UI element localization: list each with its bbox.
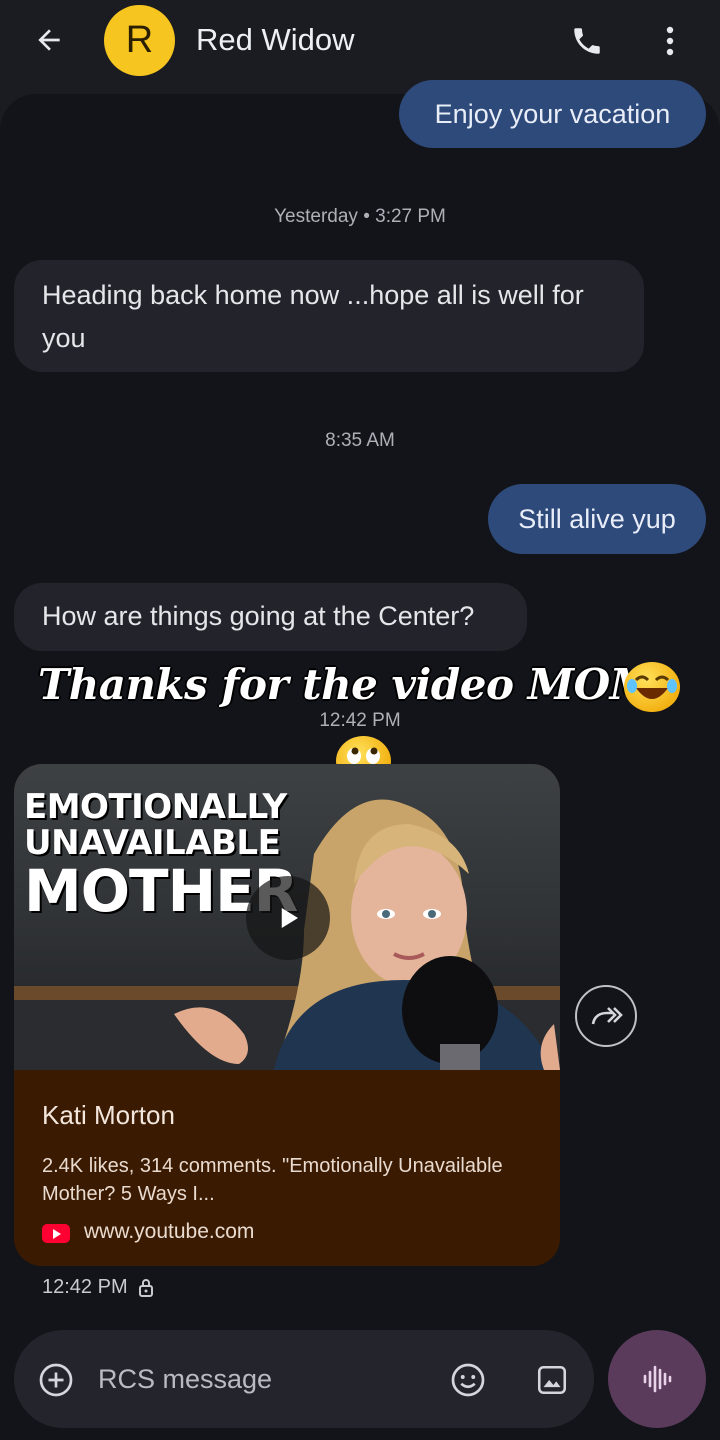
thumbnail-title-line: EMOTIONALLY	[24, 787, 287, 827]
more-vert-icon	[666, 26, 674, 56]
link-domain: www.youtube.com	[84, 1220, 255, 1243]
back-button[interactable]	[24, 18, 74, 62]
link-title: Kati Morton	[42, 1100, 175, 1130]
message-text: Enjoy your vacation	[434, 98, 671, 129]
smiley-icon	[451, 1363, 485, 1397]
message-time: 12:42 PM	[42, 1276, 128, 1298]
emoji-button[interactable]	[448, 1360, 488, 1400]
gallery-button[interactable]	[532, 1360, 572, 1400]
more-options-button[interactable]	[650, 18, 690, 64]
forward-icon	[591, 1007, 623, 1025]
thumbnail-title-line: UNAVAILABLE	[24, 823, 281, 863]
message-input[interactable]	[98, 1358, 418, 1400]
outgoing-message[interactable]: Still alive yup	[488, 484, 706, 554]
share-button[interactable]	[575, 985, 637, 1047]
incoming-message[interactable]: Heading back home now ...hope all is wel…	[14, 260, 644, 372]
message-meta: 12:42 PM	[42, 1276, 154, 1299]
play-button[interactable]	[246, 876, 330, 960]
link-preview-info[interactable]: Kati Morton 2.4K likes, 314 comments. "E…	[14, 1070, 560, 1266]
outgoing-message[interactable]: Enjoy your vacation	[399, 80, 706, 148]
timestamp: 8:35 AM	[325, 430, 395, 451]
message-text: How are things going at the Center?	[42, 601, 475, 631]
video-thumbnail[interactable]: EMOTIONALLY UNAVAILABLE MOTHER	[14, 764, 560, 1070]
message-text: Still alive yup	[518, 503, 676, 534]
incoming-message[interactable]: How are things going at the Center?	[14, 583, 527, 651]
link-description: 2.4K likes, 314 comments. "Emotionally U…	[42, 1155, 503, 1205]
contact-name[interactable]: Red Widow	[196, 22, 355, 58]
lock-icon	[138, 1278, 153, 1297]
messaging-screen: R Red Widow Enjoy your vacation Yesterda…	[0, 0, 720, 1440]
avatar[interactable]: R	[104, 5, 175, 76]
image-icon	[537, 1365, 567, 1395]
timestamp: 12:42 PM	[319, 710, 401, 731]
voice-message-button[interactable]	[608, 1330, 706, 1428]
call-button[interactable]	[564, 18, 610, 64]
laughing-emoji-icon	[624, 662, 680, 712]
conversation-header: R Red Widow	[0, 0, 720, 84]
youtube-icon	[42, 1224, 70, 1243]
back-arrow-icon	[38, 29, 60, 51]
play-icon	[281, 908, 298, 928]
attach-button[interactable]	[36, 1360, 76, 1400]
phone-icon	[574, 28, 600, 54]
timestamp: Yesterday • 3:27 PM	[274, 206, 446, 227]
sticker-overlay-text: Thanks for the video MOM	[38, 660, 656, 709]
message-composer	[14, 1330, 594, 1428]
add-circle-icon	[39, 1363, 73, 1397]
avatar-initial: R	[125, 19, 154, 61]
message-text: Heading back home now ...hope all is wel…	[42, 280, 584, 353]
link-preview-card[interactable]: EMOTIONALLY UNAVAILABLE MOTHER Kati Mort…	[14, 764, 560, 1266]
waveform-icon	[643, 1365, 672, 1393]
